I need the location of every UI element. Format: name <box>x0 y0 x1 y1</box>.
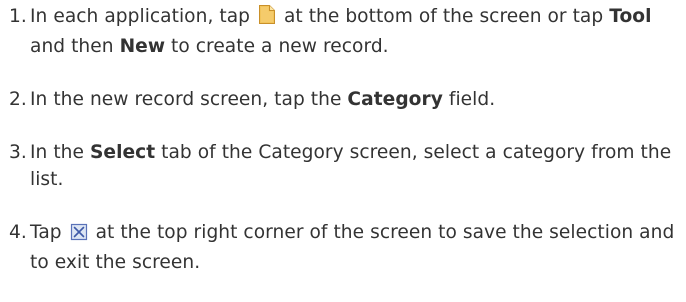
step-number: 4. <box>9 222 27 243</box>
category-field-label: Category <box>347 89 443 110</box>
step-text: In the new record screen, tap the <box>30 89 342 110</box>
step-number: 3. <box>9 142 27 163</box>
step-text: field. <box>448 89 496 110</box>
new-record-file-icon <box>258 4 276 33</box>
step-text: at the bottom of the screen or tap <box>283 6 604 27</box>
close-save-icon <box>70 222 88 249</box>
step-text: Tap <box>30 222 62 243</box>
step-2: 2. In the new record screen, tap the Cat… <box>9 86 681 113</box>
step-text: and then <box>30 36 114 57</box>
step-text: In the <box>30 142 84 163</box>
step-4: 4. Tap at the top right corner of the sc… <box>9 219 681 276</box>
step-text: at the top right corner of the screen to… <box>30 222 675 273</box>
select-tab-label: Select <box>89 142 156 163</box>
step-3: 3. In the Select tab of the Category scr… <box>9 139 681 193</box>
step-number: 1. <box>9 6 27 27</box>
tool-menu-label: Tool <box>609 6 652 27</box>
step-text: to create a new record. <box>171 36 389 57</box>
step-1: 1. In each application, tap at the botto… <box>9 3 681 60</box>
instruction-steps: 1. In each application, tap at the botto… <box>9 3 681 302</box>
step-text: In each application, tap <box>30 6 251 27</box>
step-number: 2. <box>9 89 27 110</box>
new-command-label: New <box>119 36 166 57</box>
